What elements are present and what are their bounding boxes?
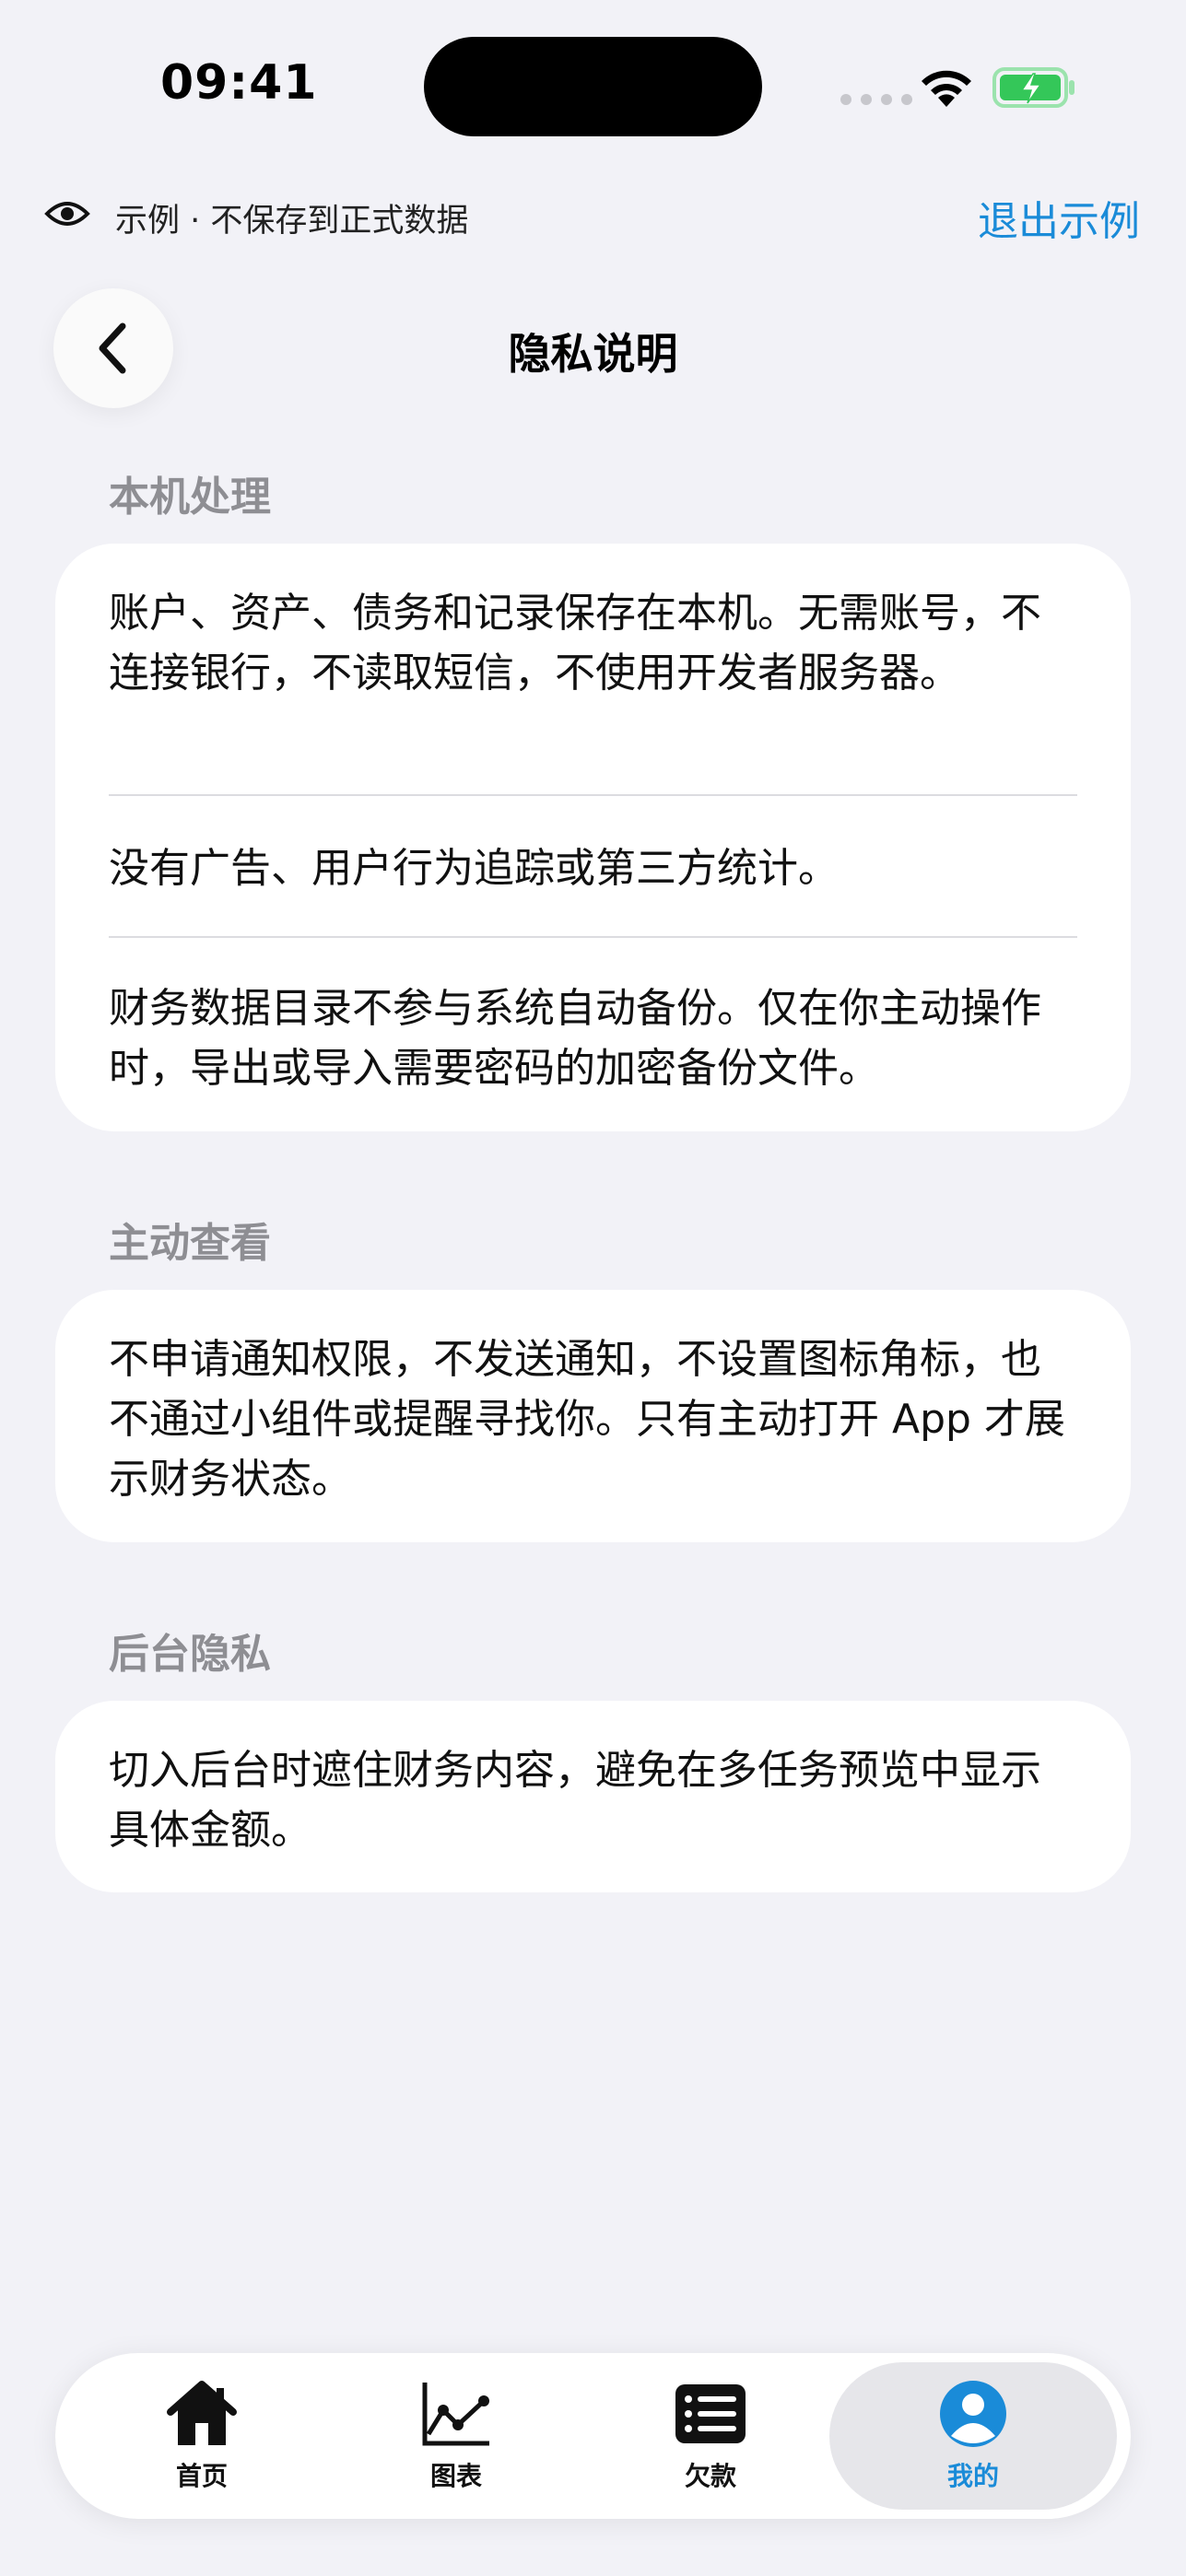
tab-bar: 首页 图表 欠款 我的 — [55, 2353, 1131, 2519]
cellular-signal-icon — [840, 94, 912, 105]
list-item: 财务数据目录不参与系统自动备份。仅在你主动操作时，导出或导入需要密码的加密备份文… — [109, 985, 1041, 1092]
chart-icon — [422, 2383, 489, 2446]
profile-icon — [940, 2381, 1006, 2447]
tab-charts-label: 图表 — [429, 2461, 482, 2491]
battery-charging-icon — [992, 67, 1074, 108]
home-icon — [167, 2381, 237, 2445]
tab-home[interactable]: 首页 — [77, 2353, 326, 2519]
active-viewing-card: 不申请通知权限，不发送通知，不设置图标角标，也不通过小组件或提醒寻找你。只有主动… — [55, 1290, 1131, 1542]
tab-profile-label: 我的 — [946, 2461, 999, 2491]
list-item: 切入后台时遮住财务内容，避免在多任务预览中显示具体金额。 — [109, 1747, 1041, 1854]
section-header-active-viewing: 主动查看 — [109, 1220, 271, 1267]
local-processing-card: 账户、资产、债务和记录保存在本机。无需账号，不连接银行，不读取短信，不使用开发者… — [55, 544, 1131, 1131]
eye-icon — [44, 202, 90, 226]
divider — [109, 794, 1077, 796]
status-time: 09:41 — [160, 55, 318, 111]
tab-debts-label: 欠款 — [684, 2461, 736, 2491]
tab-debts[interactable]: 欠款 — [586, 2353, 835, 2519]
tab-profile[interactable]: 我的 — [829, 2362, 1117, 2510]
section-header-local-processing: 本机处理 — [109, 474, 271, 521]
status-bar: 09:41 — [0, 0, 1186, 175]
list-icon — [675, 2384, 746, 2443]
background-privacy-card: 切入后台时遮住财务内容，避免在多任务预览中显示具体金额。 — [55, 1701, 1131, 1892]
exit-demo-button[interactable]: 退出示例 — [978, 188, 1140, 247]
dynamic-island — [424, 37, 762, 136]
demo-banner-text: 示例 · 不保存到正式数据 — [115, 203, 469, 240]
section-header-background-privacy: 后台隐私 — [109, 1631, 271, 1678]
tab-charts[interactable]: 图表 — [332, 2353, 581, 2519]
divider — [109, 936, 1077, 938]
list-item: 账户、资产、债务和记录保存在本机。无需账号，不连接银行，不读取短信，不使用开发者… — [109, 590, 1041, 697]
list-item: 不申请通知权限，不发送通知，不设置图标角标，也不通过小组件或提醒寻找你。只有主动… — [109, 1336, 1065, 1503]
wifi-icon — [922, 70, 971, 107]
list-item: 没有广告、用户行为追踪或第三方统计。 — [109, 845, 839, 892]
page-title: 隐私说明 — [508, 329, 678, 379]
tab-home-label: 首页 — [175, 2461, 228, 2491]
